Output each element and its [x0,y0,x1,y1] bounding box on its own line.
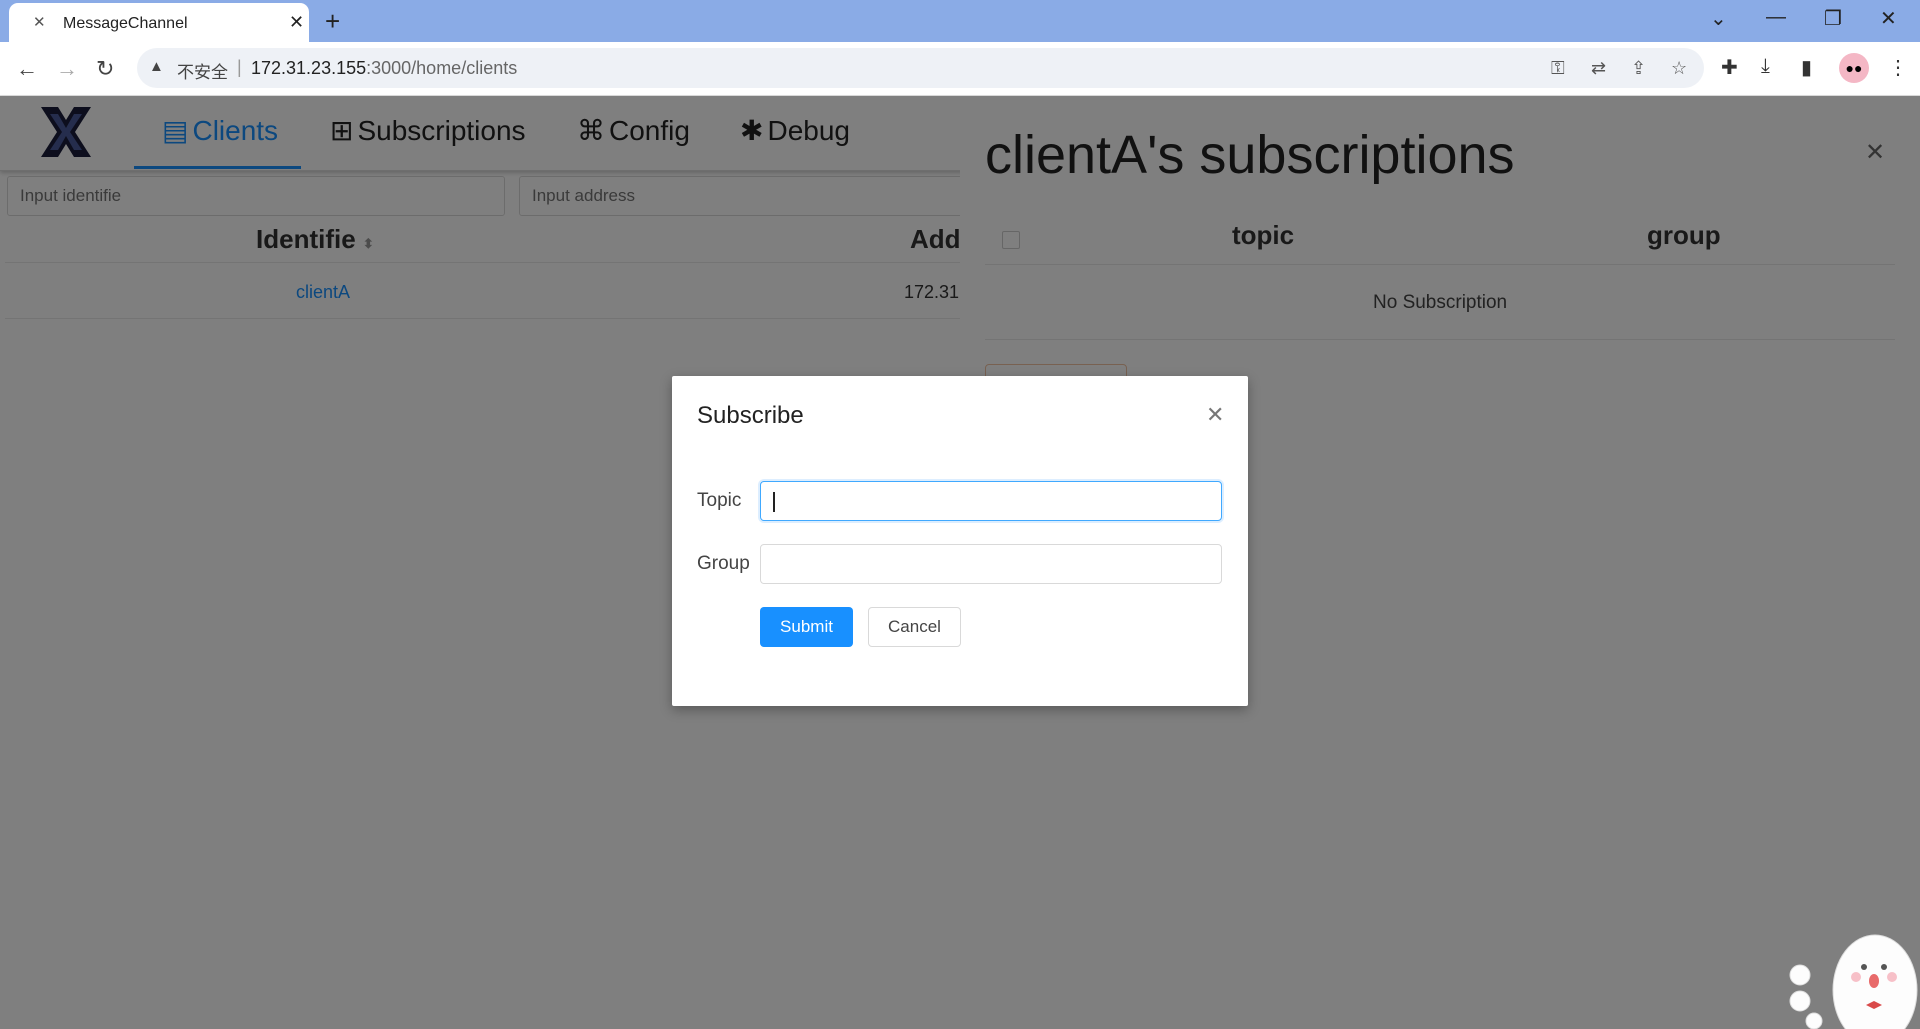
browser-toolbar: ← → ↻ ▲ 不安全 | 172.31.23.155:3000/home/cl… [0,42,1920,96]
tab-search-icon[interactable]: ⌄ [1710,6,1727,31]
warning-icon[interactable]: ▲ [149,58,164,75]
menu-icon[interactable]: ⋮ [1888,55,1908,80]
address-bar[interactable]: ▲ 不安全 | 172.31.23.155:3000/home/clients … [137,48,1704,88]
translate-icon[interactable]: ⇄ [1591,58,1606,79]
cancel-button[interactable]: Cancel [868,607,961,647]
side-panel-icon[interactable]: ▮ [1801,55,1812,80]
modal-close-icon[interactable]: ✕ [1206,402,1224,428]
minimize-icon[interactable]: — [1766,6,1786,29]
url-text[interactable]: 172.31.23.155:3000/home/clients [251,58,517,79]
url-path: :3000/home/clients [366,58,518,78]
extensions-icon[interactable]: ✚ [1721,55,1738,80]
window-close-icon[interactable]: ✕ [1880,6,1897,31]
browser-tab[interactable]: ✕ MessageChannel ✕ [9,3,309,42]
topic-field[interactable] [760,481,1222,521]
text-caret [773,492,775,512]
submit-button[interactable]: Submit [760,607,853,647]
security-label[interactable]: 不安全 [177,58,228,83]
group-label: Group [697,553,750,574]
group-field[interactable] [760,544,1222,584]
topic-input[interactable] [761,482,1221,520]
key-icon[interactable]: ⚿ [1551,58,1565,79]
reload-icon[interactable]: ↻ [96,56,114,82]
new-tab-icon[interactable]: + [325,6,340,37]
forward-icon[interactable]: → [56,56,78,82]
back-icon[interactable]: ← [16,56,38,82]
mascot-sticker [1789,934,1918,1029]
close-tab-icon[interactable]: ✕ [289,12,304,33]
download-icon[interactable]: ⤓ [1761,55,1770,78]
browser-tab-title: MessageChannel [63,15,188,32]
restore-icon[interactable]: ❐ [1824,6,1842,31]
share-icon[interactable]: ⇪ [1631,58,1646,79]
group-input[interactable] [761,545,1221,583]
browser-tab-bar: ✕ MessageChannel ✕ + ⌄ — ❐ ✕ [0,0,1920,42]
topic-label: Topic [697,490,742,511]
profile-avatar[interactable]: ●● [1839,53,1869,83]
app-favicon-icon: ✕ [33,14,46,31]
modal-title: Subscribe [697,402,804,429]
subscribe-modal: Subscribe ✕ Topic Group Submit Cancel [672,376,1248,706]
url-host: 172.31.23.155 [251,58,367,78]
bookmark-star-icon[interactable]: ☆ [1671,58,1687,79]
separator: | [237,57,242,77]
